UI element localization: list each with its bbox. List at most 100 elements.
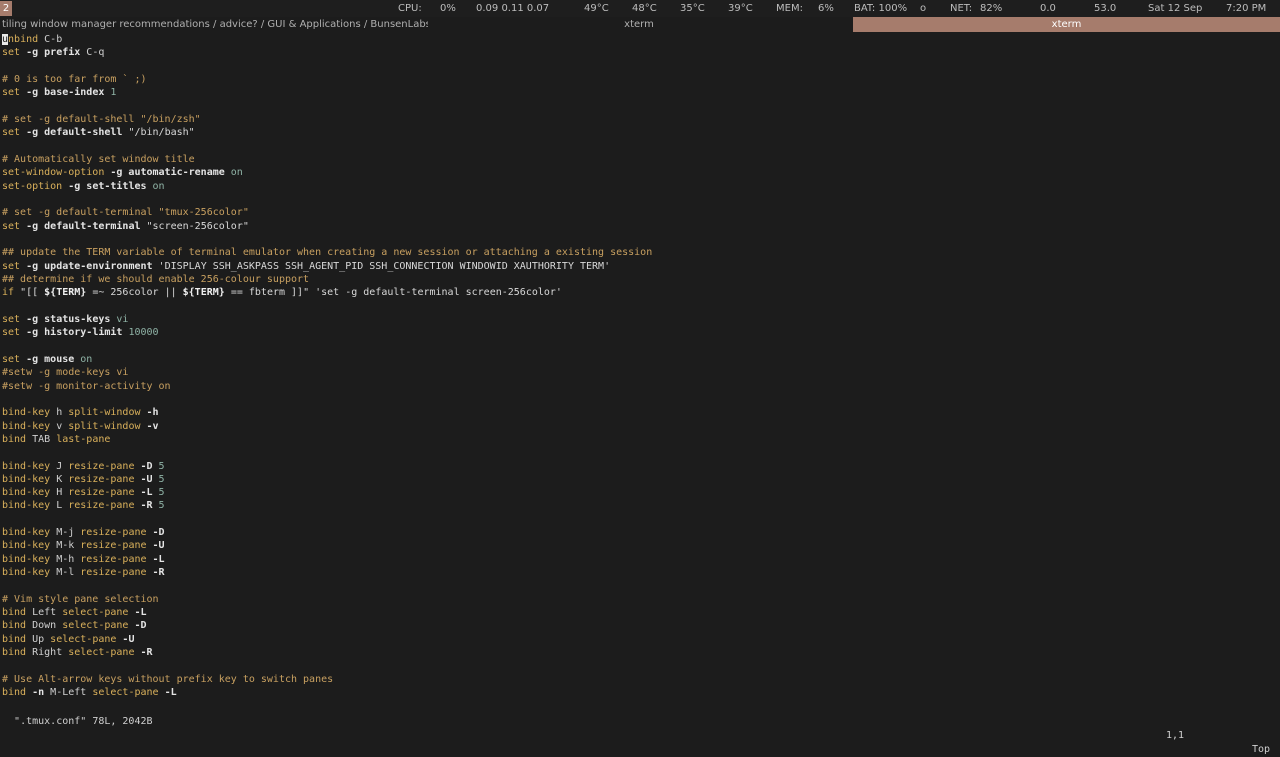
code-token: # set -g default-terminal "tmux-256color…: [2, 207, 249, 219]
code-line[interactable]: set -g update-environment 'DISPLAY SSH_A…: [2, 260, 1278, 273]
code-token: == fbterm ]]" 'set -g default-terminal s…: [224, 287, 562, 299]
code-token: resize-pane: [80, 553, 153, 565]
code-token: "[[: [20, 287, 45, 299]
code-token: -R: [140, 647, 153, 659]
code-token: H: [56, 487, 69, 499]
code-line[interactable]: [2, 233, 1278, 246]
code-token: bind-key: [2, 420, 57, 432]
code-line[interactable]: [2, 300, 1278, 313]
code-token: on: [146, 180, 165, 192]
code-line[interactable]: [2, 193, 1278, 206]
code-line[interactable]: ## update the TERM variable of terminal …: [2, 246, 1278, 259]
code-line[interactable]: [2, 659, 1278, 672]
code-token: bind-key: [2, 460, 57, 472]
code-line[interactable]: bind-key M-k resize-pane -U: [2, 539, 1278, 552]
code-token: ${TERM}: [182, 287, 225, 299]
code-line[interactable]: set -g base-index 1: [2, 86, 1278, 99]
vim-editor-buffer[interactable]: unbind C-b set -g prefix C-q # 0 is too fa…: [2, 33, 1278, 699]
code-line[interactable]: # Vim style pane selection: [2, 593, 1278, 606]
window-tab-xterm-active[interactable]: xterm: [853, 17, 1280, 32]
code-token: bind-key: [2, 473, 57, 485]
net-rate-1: 0.0: [1040, 3, 1056, 14]
code-line[interactable]: bind Down select-pane -D: [2, 619, 1278, 632]
code-token: set: [2, 260, 27, 272]
code-token: -g default-shell: [26, 127, 123, 139]
code-line[interactable]: bind Left select-pane -L: [2, 606, 1278, 619]
code-line[interactable]: bind-key L resize-pane -R 5: [2, 499, 1278, 512]
code-token: h: [56, 407, 69, 419]
code-line[interactable]: # Automatically set window title: [2, 153, 1278, 166]
code-token: "screen-256color": [140, 220, 249, 232]
clock: 7:20 PM: [1226, 3, 1267, 14]
code-line[interactable]: ## determine if we should enable 256-col…: [2, 273, 1278, 286]
window-tab-xterm[interactable]: xterm: [426, 17, 852, 32]
code-line[interactable]: set -g history-limit 10000: [2, 326, 1278, 339]
scroll-position: Top: [1251, 744, 1270, 755]
code-token: C-q: [80, 47, 105, 59]
code-line[interactable]: set-window-option -g automatic-rename on: [2, 166, 1278, 179]
code-token: resize-pane: [80, 567, 153, 579]
code-token: set: [2, 127, 27, 139]
code-line[interactable]: # Use Alt-arrow keys without prefix key …: [2, 673, 1278, 686]
code-token: vi: [110, 313, 129, 325]
code-line[interactable]: set -g status-keys vi: [2, 313, 1278, 326]
code-token: TAB: [32, 433, 57, 445]
code-line[interactable]: [2, 446, 1278, 459]
code-line[interactable]: if "[[ ${TERM} =~ 256color || ${TERM} ==…: [2, 286, 1278, 299]
code-token: ## update the TERM variable of terminal …: [2, 247, 653, 259]
temp-1: 49°C: [584, 3, 609, 14]
code-line[interactable]: #setw -g monitor-activity on: [2, 380, 1278, 393]
code-line[interactable]: set -g prefix C-q: [2, 46, 1278, 59]
code-line[interactable]: bind-key M-j resize-pane -D: [2, 526, 1278, 539]
code-line[interactable]: bind Right select-pane -R: [2, 646, 1278, 659]
code-line[interactable]: bind TAB last-pane: [2, 433, 1278, 446]
code-line[interactable]: [2, 393, 1278, 406]
code-token: 1: [104, 87, 117, 99]
code-token: # Automatically set window title: [2, 153, 195, 165]
cursor-position: 1,1: [1166, 730, 1185, 741]
code-token: resize-pane: [68, 487, 141, 499]
window-tab-browser[interactable]: tiling window manager recommendations / …: [0, 17, 428, 32]
code-line[interactable]: bind-key h split-window -h: [2, 406, 1278, 419]
code-line[interactable]: set -g default-terminal "screen-256color…: [2, 220, 1278, 233]
code-line[interactable]: bind-key K resize-pane -U 5: [2, 473, 1278, 486]
load-average: 0.09 0.11 0.07: [476, 3, 550, 14]
code-token: bind-key: [2, 540, 57, 552]
code-line[interactable]: # 0 is too far from ` ;): [2, 73, 1278, 86]
code-token: 5: [152, 500, 165, 512]
code-line[interactable]: set -g mouse on: [2, 353, 1278, 366]
code-line[interactable]: bind Up select-pane -U: [2, 633, 1278, 646]
code-line[interactable]: bind-key M-h resize-pane -L: [2, 553, 1278, 566]
code-line[interactable]: [2, 140, 1278, 153]
code-line[interactable]: [2, 340, 1278, 353]
code-token: 'DISPLAY SSH_ASKPASS SSH_AGENT_PID SSH_C…: [152, 260, 611, 272]
code-line[interactable]: bind-key J resize-pane -D 5: [2, 460, 1278, 473]
code-line[interactable]: bind-key M-l resize-pane -R: [2, 566, 1278, 579]
code-line[interactable]: [2, 579, 1278, 592]
code-token: -g automatic-rename: [110, 167, 225, 179]
code-token: -g prefix: [26, 47, 81, 59]
code-line[interactable]: set -g default-shell "/bin/bash": [2, 126, 1278, 139]
code-line[interactable]: bind-key v split-window -v: [2, 420, 1278, 433]
code-line[interactable]: [2, 60, 1278, 73]
code-token: # Use Alt-arrow keys without prefix key …: [2, 673, 334, 685]
code-line[interactable]: set-option -g set-titles on: [2, 180, 1278, 193]
code-token: bind: [2, 620, 33, 632]
code-line[interactable]: #setw -g mode-keys vi: [2, 366, 1278, 379]
code-line[interactable]: [2, 100, 1278, 113]
code-token: -U: [122, 633, 135, 645]
code-line[interactable]: unbind C-b: [2, 33, 1278, 46]
battery-label: BAT: 100%: [854, 3, 908, 14]
code-token: Left: [32, 607, 63, 619]
code-line[interactable]: [2, 513, 1278, 526]
code-token: -L: [140, 487, 153, 499]
code-line[interactable]: # set -g default-terminal "tmux-256color…: [2, 206, 1278, 219]
workspace-indicator[interactable]: 2: [0, 1, 12, 16]
battery-state: o: [920, 3, 927, 14]
code-token: -D: [134, 620, 147, 632]
code-token: -L: [152, 553, 165, 565]
code-line[interactable]: # set -g default-shell "/bin/zsh": [2, 113, 1278, 126]
code-line[interactable]: bind-key H resize-pane -L 5: [2, 486, 1278, 499]
code-line[interactable]: bind -n M-Left select-pane -L: [2, 686, 1278, 699]
code-token: 10000: [122, 327, 159, 339]
